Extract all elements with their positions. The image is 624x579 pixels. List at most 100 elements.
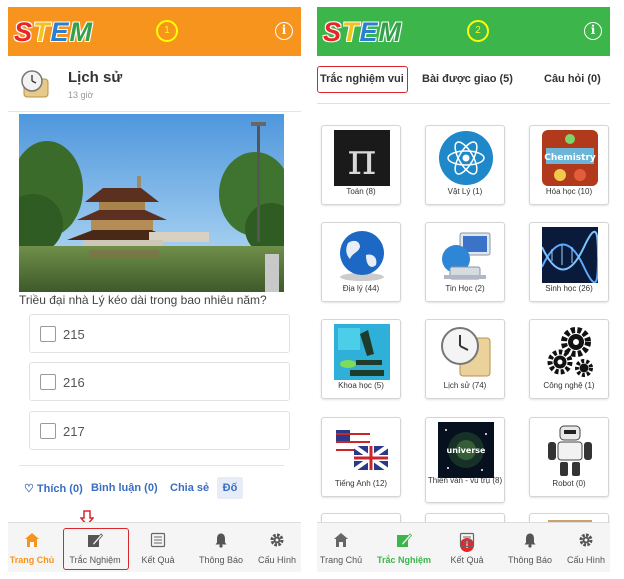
chemistry-icon: Chemistry [542,130,598,186]
answer-option-2[interactable]: 216 [29,362,290,401]
divider [19,465,284,466]
subject-card-astronomy[interactable]: universe Thiên văn - vũ trụ (8) [425,417,505,503]
step-marker: 2 [467,20,489,42]
quiz-question: Triều đại nhà Lý kéo dài trong bao nhiêu… [19,293,267,307]
microscope-icon [334,324,390,380]
info-icon[interactable]: i [275,22,293,40]
subject-label: Lịch sử (74) [443,381,487,390]
subject-card-informatics[interactable]: Tin Học (2) [425,222,505,302]
checkbox[interactable] [40,326,56,342]
edit-note-icon [397,533,412,547]
like-button[interactable]: ♡ Thích (0) [24,482,83,495]
subject-label: Thiên văn - vũ trụ (8) [427,476,503,485]
share-link[interactable]: Chia sẻ [170,482,209,494]
gear-icon [579,533,593,547]
checkbox[interactable] [40,374,56,390]
stem-logo[interactable]: STEM [14,17,106,47]
subject-label: Tiếng Anh (12) [334,479,388,488]
subject-card-physics[interactable]: Vật Lý (1) [425,125,505,205]
highlight-box [63,528,129,570]
subject-label: Hóa học (10) [545,187,593,196]
answer-option-1[interactable]: 215 [29,314,290,353]
info-icon[interactable]: i [584,22,602,40]
highlight-box [317,66,408,93]
subject-card-partial[interactable] [529,513,609,522]
subject-card-science[interactable]: Khoa học (5) [321,319,401,399]
subject-label: Địa lý (44) [342,284,380,293]
tab-settings[interactable]: Cấu Hình [562,523,610,572]
list-icon [459,532,475,548]
subject-card-english[interactable]: Tiếng Anh (12) [321,417,401,497]
comment-button[interactable]: Bình luận (0) [91,482,158,494]
subject-card-chemistry[interactable]: Chemistry Hóa học (10) [529,125,609,205]
subject-card-history[interactable]: Lịch sử (74) [425,319,505,399]
gears-icon [547,327,593,377]
tab-label: Trang Chủ [319,555,363,565]
subject-card-robot[interactable]: Robot (0) [529,417,609,497]
tab-label: Cấu Hình [257,555,297,565]
option-label: 217 [63,424,85,439]
tab-home[interactable]: Trang Chủ [8,523,56,572]
post-time: 13 giờ [68,90,94,100]
tab-questions[interactable]: Câu hỏi (0) [544,73,601,85]
pagoda-photo [19,114,284,292]
tab-label: Kết Quả [450,555,484,565]
subject-label: Robot (0) [552,479,586,488]
subject-label: Sinh học (26) [545,284,593,293]
tab-label: Cấu Hình [566,555,606,565]
tab-notifications[interactable]: Thông Báo [188,523,254,572]
subject-label: Vật Lý (1) [447,187,483,196]
option-label: 216 [63,375,85,390]
quiz-tabs: Trắc nghiệm vui Bài được giao (5) Câu hỏ… [317,56,610,104]
checkbox[interactable] [40,423,56,439]
bell-icon [215,533,227,548]
subject-grid: π Toán (8) Vật Lý (1) Chemistry Hóa học … [317,105,610,522]
tab-label: Trắc Nghiệm [376,555,432,565]
svg-text:Chemistry: Chemistry [544,153,596,163]
tab-assigned[interactable]: Bài được giao (5) [422,73,513,85]
subject-card-partial[interactable] [321,513,401,522]
subject-label: Toán (8) [346,187,376,196]
gear-icon [270,533,284,547]
subject-label: Công nghệ (1) [543,381,595,390]
flags-icon [336,430,390,472]
subject-card-partial[interactable] [425,513,505,522]
post-header: Lịch sử 13 giờ [8,56,301,112]
robot-icon [548,425,592,476]
tab-label: Trang Chủ [9,555,55,565]
header-bar: STEM 1 i [8,7,301,56]
bottom-tab-bar: Trang Chủ Trắc Nghiệm Kết Quả Thông Báo … [8,522,301,572]
dna-icon [542,227,598,283]
svg-text:universe: universe [447,446,486,455]
subject-label: Khoa học (5) [338,381,384,390]
history-clock-icon [441,327,491,377]
tab-label: Thông Báo [507,555,553,565]
right-screen: STEM 2 i Trắc nghiệm vui Bài được giao (… [317,7,610,572]
svg-text:π: π [348,134,377,185]
tab-home[interactable]: Trang Chủ [317,523,365,572]
tab-label: Kết Quả [141,555,175,565]
tab-quiz[interactable]: ! Trắc Nghiệm [372,523,474,572]
answer-option-3[interactable]: 217 [29,411,290,450]
subject-card-technology[interactable]: Công nghệ (1) [529,319,609,399]
stem-logo[interactable]: STEM [323,17,415,47]
quiz-share-button[interactable]: Đố [217,477,243,499]
home-icon [334,533,348,547]
subject-card-math[interactable]: π Toán (8) [321,125,401,205]
tab-results[interactable]: Kết Quả [439,523,495,572]
subject-label: Tin Học (2) [445,284,485,293]
bell-icon [524,533,536,548]
step-marker: 1 [156,20,178,42]
subject-card-biology[interactable]: Sinh học (26) [529,222,609,302]
home-icon [25,533,39,547]
tab-results[interactable]: Kết Quả [130,523,186,572]
option-label: 215 [63,327,85,342]
subject-card-geography[interactable]: Địa lý (44) [321,222,401,302]
tab-notifications[interactable]: Thông Báo [497,523,563,572]
post-actions: ♡ Thích (0) Bình luận (0) Chia sẻ Đố [24,477,284,499]
left-screen: STEM 1 i Lịch sử 13 giờ Triều đại nhà Lý… [8,7,301,572]
post-title[interactable]: Lịch sử [68,69,122,86]
tab-settings[interactable]: Cấu Hình [253,523,301,572]
universe-icon: universe [438,422,494,478]
screenshot-stage: STEM 1 i Lịch sử 13 giờ Triều đại nhà Lý… [0,0,624,579]
